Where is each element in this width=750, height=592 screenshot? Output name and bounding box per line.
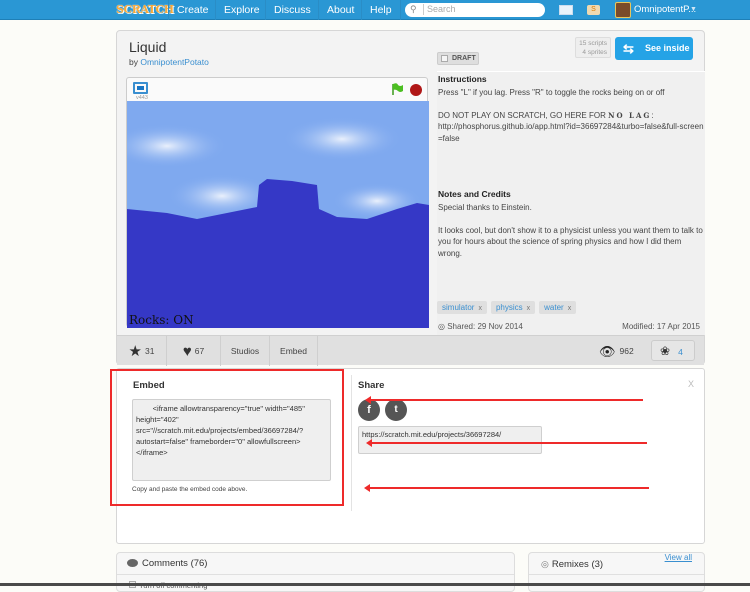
- see-inside-button[interactable]: ⇆ See inside: [615, 37, 693, 60]
- instructions-text: DO NOT PLAY ON SCRATCH, GO HERE FOR: [438, 110, 609, 120]
- fullscreen-icon[interactable]: [133, 82, 148, 94]
- project-player: v443 Rocks: ON: [126, 77, 429, 328]
- annotation-arrow-url: [366, 439, 647, 447]
- search-input[interactable]: ⚲ Search: [405, 3, 545, 17]
- annotation-arrow-empty: [364, 484, 649, 492]
- stage-canvas: [127, 101, 429, 328]
- share-heading: Share: [358, 380, 385, 391]
- tag-label: water: [544, 303, 564, 312]
- close-icon[interactable]: X: [688, 379, 694, 389]
- nav-explore[interactable]: Explore: [215, 0, 268, 20]
- draft-badge[interactable]: DRAFT: [437, 52, 479, 65]
- username[interactable]: OmnipotentP...: [634, 0, 696, 20]
- chevron-down-icon[interactable]: ▼: [690, 0, 697, 20]
- project-info: Instructions Press "L" if you lag. Press…: [437, 71, 705, 335]
- eye-icon: 👁: [599, 343, 616, 359]
- shared-text: Shared: 29 Nov 2014: [447, 322, 523, 331]
- tag-physics[interactable]: physics x: [490, 301, 536, 314]
- stats-bar: ★ 31 ♥ 67 Studios Embed 👁 962 ❀ 4: [117, 335, 704, 367]
- nav-about[interactable]: About: [318, 0, 362, 20]
- tag-label: simulator: [442, 303, 475, 312]
- project-card: Liquid by OmnipotentPotato DRAFT 15 scri…: [116, 30, 705, 367]
- favorite-count: 31: [144, 346, 155, 356]
- instructions-heading: Instructions: [438, 74, 487, 84]
- favorite-button[interactable]: ★ 31: [117, 336, 167, 366]
- remix-tree-button[interactable]: ❀ 4: [651, 340, 695, 361]
- annotation-arrow-facebook: [365, 396, 643, 404]
- views-number: 962: [619, 346, 634, 356]
- draft-label: DRAFT: [452, 55, 476, 62]
- love-count: 67: [194, 346, 205, 356]
- messages-icon[interactable]: [559, 5, 573, 15]
- heart-icon: ♥: [182, 342, 192, 360]
- love-button[interactable]: ♥ 67: [167, 336, 221, 366]
- scratch-logo[interactable]: SCRATCH: [116, 2, 174, 18]
- shared-date: ◎ Shared: 29 Nov 2014: [438, 322, 523, 331]
- project-title[interactable]: Liquid: [129, 39, 166, 55]
- embed-button[interactable]: Embed: [270, 336, 318, 366]
- project-counts: 15 scripts 4 sprites: [575, 37, 611, 58]
- comments-header: Comments (76): [117, 553, 514, 575]
- nav-help[interactable]: Help: [361, 0, 401, 20]
- annotation-highlight-box: [110, 369, 344, 506]
- star-icon: ★: [128, 342, 142, 360]
- remix-arrows-icon: ⇆: [623, 41, 634, 56]
- remove-tag-icon[interactable]: x: [568, 305, 572, 312]
- twitter-share-button[interactable]: t: [385, 399, 407, 421]
- stage-rocks-text: Rocks: ON: [129, 313, 194, 327]
- instructions-colon: :: [651, 110, 654, 120]
- top-nav: SCRATCH Create Explore Discuss About Hel…: [0, 0, 750, 20]
- twitter-icon: t: [394, 404, 398, 415]
- scripts-count: 15 scripts: [579, 40, 607, 47]
- project-stage[interactable]: Rocks: ON: [127, 101, 429, 328]
- search-placeholder: Search: [423, 4, 456, 15]
- see-inside-label: See inside: [645, 43, 690, 53]
- facebook-icon: f: [367, 404, 371, 416]
- tag-list: simulator x physics x water x: [437, 301, 580, 314]
- tag-label: physics: [495, 303, 523, 312]
- user-avatar[interactable]: [615, 2, 631, 18]
- remixes-panel: ◎ Remixes (3) View all: [528, 552, 705, 592]
- remove-tag-icon[interactable]: x: [478, 305, 482, 312]
- stop-icon[interactable]: [410, 84, 422, 96]
- share-url-textarea[interactable]: https://scratch.mit.edu/projects/3669728…: [358, 426, 542, 454]
- sprites-count: 4 sprites: [582, 49, 607, 56]
- nav-create[interactable]: Create: [168, 0, 217, 20]
- instructions-line1: Press "L" if you lag. Press "R" to toggl…: [438, 88, 665, 97]
- green-flag-icon[interactable]: [391, 83, 403, 95]
- notes-line1: Special thanks to Einstein.: [438, 203, 532, 212]
- tree-icon: ❀: [660, 344, 671, 358]
- remix-count: 4: [678, 347, 683, 357]
- tag-water[interactable]: water x: [539, 301, 577, 314]
- by-label: by: [129, 57, 138, 67]
- comments-title: Comments (76): [142, 558, 208, 569]
- tag-simulator[interactable]: simulator x: [437, 301, 487, 314]
- instructions-line2: DO NOT PLAY ON SCRATCH, GO HERE FOR NO L…: [438, 110, 704, 122]
- author-link[interactable]: OmnipotentPotato: [140, 57, 209, 67]
- my-stuff-icon[interactable]: S: [587, 5, 600, 15]
- notes-heading: Notes and Credits: [438, 189, 511, 199]
- remix-icon: ◎: [541, 559, 549, 569]
- nav-discuss[interactable]: Discuss: [265, 0, 319, 20]
- view-all-remixes-link[interactable]: View all: [665, 553, 692, 562]
- panel-divider: [351, 375, 352, 511]
- notes-line2: It looks cool, but don't show it to a ph…: [438, 225, 703, 258]
- byline: by OmnipotentPotato: [129, 57, 209, 67]
- phosphorus-link[interactable]: http://phosphorus.github.io/app.html?id=…: [438, 121, 704, 144]
- studios-button[interactable]: Studios: [221, 336, 270, 366]
- speech-bubble-icon: [127, 559, 138, 567]
- shared-icon: ◎: [438, 322, 448, 331]
- modified-date: Modified: 17 Apr 2015: [622, 322, 700, 331]
- remixes-title: Remixes (3): [551, 559, 604, 570]
- remove-tag-icon[interactable]: x: [527, 305, 531, 312]
- no-lag-text: NO LAG: [608, 110, 652, 120]
- comments-panel: Comments (76) Turn off commenting: [116, 552, 515, 592]
- view-count: 👁 962: [599, 336, 634, 367]
- draft-checkbox[interactable]: [441, 55, 448, 62]
- search-icon: ⚲: [410, 4, 417, 14]
